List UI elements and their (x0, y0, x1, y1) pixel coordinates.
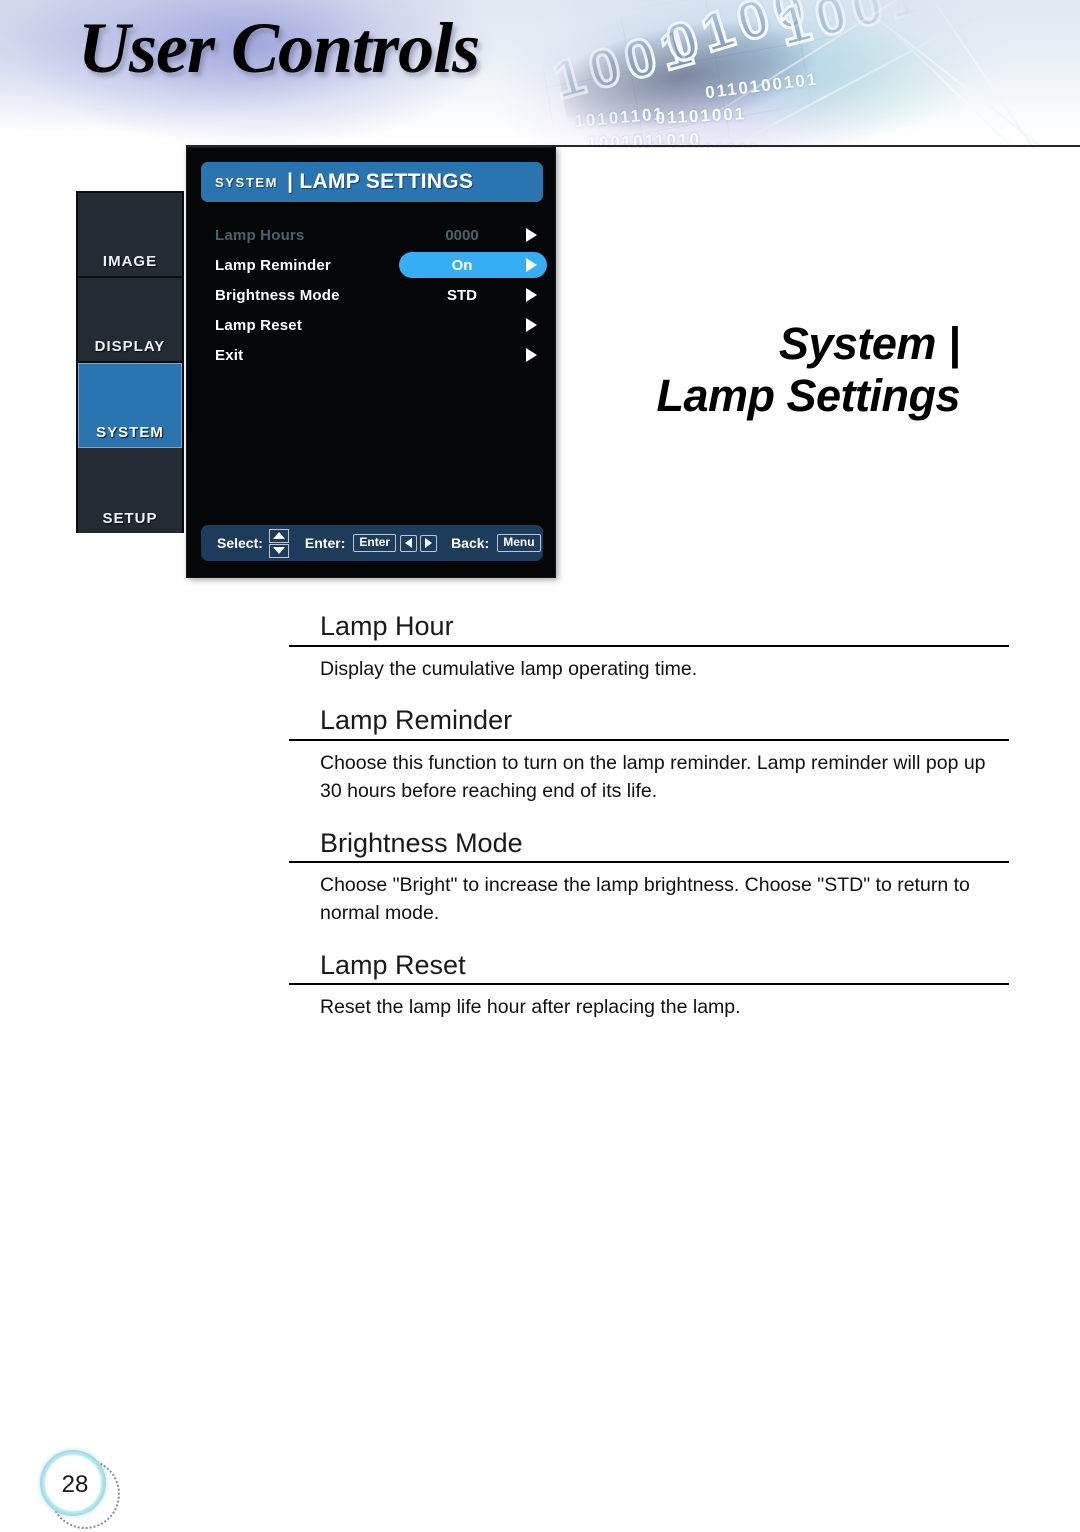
page-header-banner: 1001 0100 1001 10101101 01101001 1001011… (0, 0, 1080, 148)
osd-title-page: | LAMP SETTINGS (287, 170, 473, 194)
osd-row-value: On (451, 256, 473, 274)
osd-sidebar: IMAGE DISPLAY SYSTEM SETUP (76, 191, 184, 533)
osd-select-label: Select: (217, 535, 263, 551)
section-title: Lamp Reminder (289, 704, 1009, 742)
chevron-right-icon (526, 228, 537, 242)
osd-row-value: STD (447, 286, 477, 304)
enter-key[interactable]: Enter (353, 534, 397, 552)
sidebar-item-label: SETUP (102, 510, 158, 527)
osd-titlebar: SYSTEM | LAMP SETTINGS (201, 162, 543, 202)
arrow-down-icon[interactable] (268, 543, 289, 558)
section-heading-line1: System | (778, 318, 961, 369)
chevron-right-icon (526, 258, 537, 272)
osd-row-label: Brightness Mode (215, 286, 340, 304)
osd-row-lamp-reminder[interactable]: Lamp Reminder On (201, 250, 549, 280)
arrow-left-icon[interactable] (400, 534, 418, 552)
chevron-right-icon (526, 318, 537, 332)
osd-panel: SYSTEM | LAMP SETTINGS Lamp Hours 0000 L… (186, 147, 556, 578)
menu-key[interactable]: Menu (497, 534, 541, 552)
osd-row-label: Exit (215, 346, 244, 364)
section-lamp-reset: Lamp Reset Reset the lamp life hour afte… (289, 949, 1009, 1022)
sidebar-item-label: SYSTEM (96, 424, 164, 441)
section-title: Brightness Mode (289, 827, 1009, 864)
sidebar-item-system[interactable]: SYSTEM (78, 363, 182, 448)
osd-row-lamp-reset[interactable]: Lamp Reset (201, 310, 549, 340)
osd-title-category: SYSTEM (215, 174, 279, 190)
section-title: Lamp Reset (289, 949, 1009, 986)
osd-row-label: Lamp Reset (215, 316, 303, 334)
sidebar-item-setup[interactable]: SETUP (78, 448, 182, 533)
osd-back-label: Back: (451, 535, 490, 551)
osd-footer-hints: Select: Enter: Enter Back: Menu (201, 525, 543, 561)
page-number-ring: 28 (40, 1450, 106, 1516)
osd-menu-list: Lamp Hours 0000 Lamp Reminder On Brightn… (201, 220, 549, 370)
section-heading-line2: Lamp Settings (656, 370, 960, 422)
sidebar-item-label: DISPLAY (94, 338, 166, 355)
section-body: Choose "Bright" to increase the lamp bri… (320, 874, 970, 924)
arrow-right-icon[interactable] (420, 534, 438, 552)
osd-title-separator: | (287, 170, 294, 193)
section-body: Reset the lamp life hour after replacing… (320, 996, 741, 1019)
chevron-right-icon (526, 348, 537, 362)
osd-enter-label: Enter: (304, 535, 346, 551)
section-lamp-reminder: Lamp Reminder Choose this function to tu… (289, 704, 1009, 805)
osd-row-brightness-mode[interactable]: Brightness Mode STD (201, 280, 549, 310)
osd-row-label: Lamp Hours (215, 226, 305, 244)
sidebar-item-label: IMAGE (102, 253, 158, 270)
osd-row-lamp-hours[interactable]: Lamp Hours 0000 (201, 220, 549, 250)
sidebar-item-display[interactable]: DISPLAY (78, 278, 182, 363)
section-body: Choose this function to turn on the lamp… (320, 752, 986, 802)
page-number-badge: 28 (38, 1448, 120, 1530)
section-brightness-mode: Brightness Mode Choose "Bright" to incre… (289, 827, 1009, 928)
section-body: Display the cumulative lamp operating ti… (320, 657, 698, 680)
section-title: Lamp Hour (289, 610, 1009, 647)
section-lamp-hour: Lamp Hour Display the cumulative lamp op… (289, 610, 1009, 683)
osd-row-value: 0000 (445, 226, 479, 244)
sidebar-item-image[interactable]: IMAGE (78, 193, 182, 278)
osd-row-exit[interactable]: Exit (201, 340, 549, 370)
content-body: Lamp Hour Display the cumulative lamp op… (289, 610, 1009, 1022)
section-heading: System | Lamp Settings (600, 318, 960, 422)
page-title: User Controls (78, 8, 480, 88)
osd-row-label: Lamp Reminder (215, 256, 331, 274)
page-number-value: 28 (50, 1460, 100, 1510)
chevron-right-icon (526, 288, 537, 302)
osd-title-page-label: LAMP SETTINGS (299, 170, 474, 193)
arrow-up-icon[interactable] (268, 528, 289, 543)
select-updown-keys[interactable] (268, 528, 289, 558)
